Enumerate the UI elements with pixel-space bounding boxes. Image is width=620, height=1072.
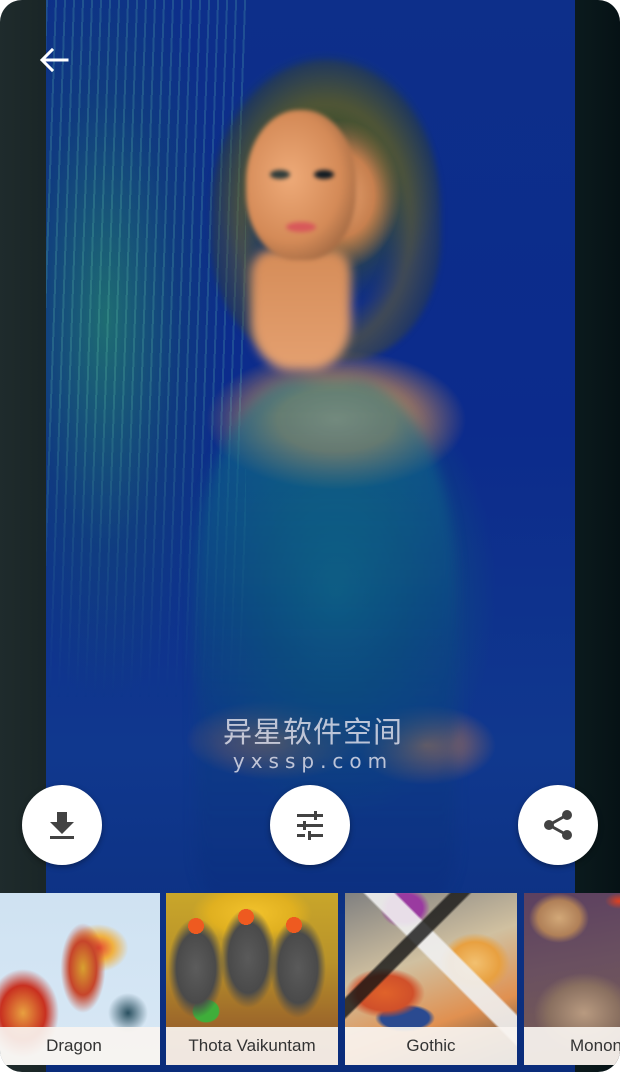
watermark-title: 异星软件空间	[222, 715, 403, 749]
style-carousel[interactable]: Dragon Thota Vaikuntam Gothic Mononoke	[0, 893, 620, 1065]
download-button[interactable]	[22, 785, 102, 865]
share-button[interactable]	[518, 785, 598, 865]
style-label: Thota Vaikuntam	[166, 1027, 338, 1065]
style-card-thota-vaikuntam[interactable]: Thota Vaikuntam	[166, 893, 338, 1065]
watermark: 异星软件空间 yxssp.com	[218, 716, 408, 774]
style-card-gothic[interactable]: Gothic	[345, 893, 517, 1065]
adjust-button[interactable]	[270, 785, 350, 865]
style-label: Dragon	[0, 1027, 160, 1065]
tune-sliders-icon	[297, 811, 323, 840]
artwork-eye-left	[270, 170, 290, 179]
artwork-face	[246, 110, 356, 260]
artwork-lips	[286, 222, 316, 232]
style-label: Gothic	[345, 1027, 517, 1065]
back-button[interactable]	[32, 40, 76, 80]
watermark-url: yxssp.com	[232, 749, 394, 773]
style-card-mononoke[interactable]: Mononoke	[524, 893, 620, 1065]
arrow-back-icon	[39, 47, 69, 73]
style-card-dragon[interactable]: Dragon	[0, 893, 160, 1065]
share-icon	[544, 810, 572, 840]
artwork-eye-right	[314, 170, 334, 179]
artwork-neck	[251, 250, 351, 370]
style-label: Mononoke	[524, 1027, 620, 1065]
screen: 异星软件空间 yxssp.com Dragon Thota Vaikuntam …	[0, 0, 620, 1072]
download-icon	[50, 812, 74, 839]
